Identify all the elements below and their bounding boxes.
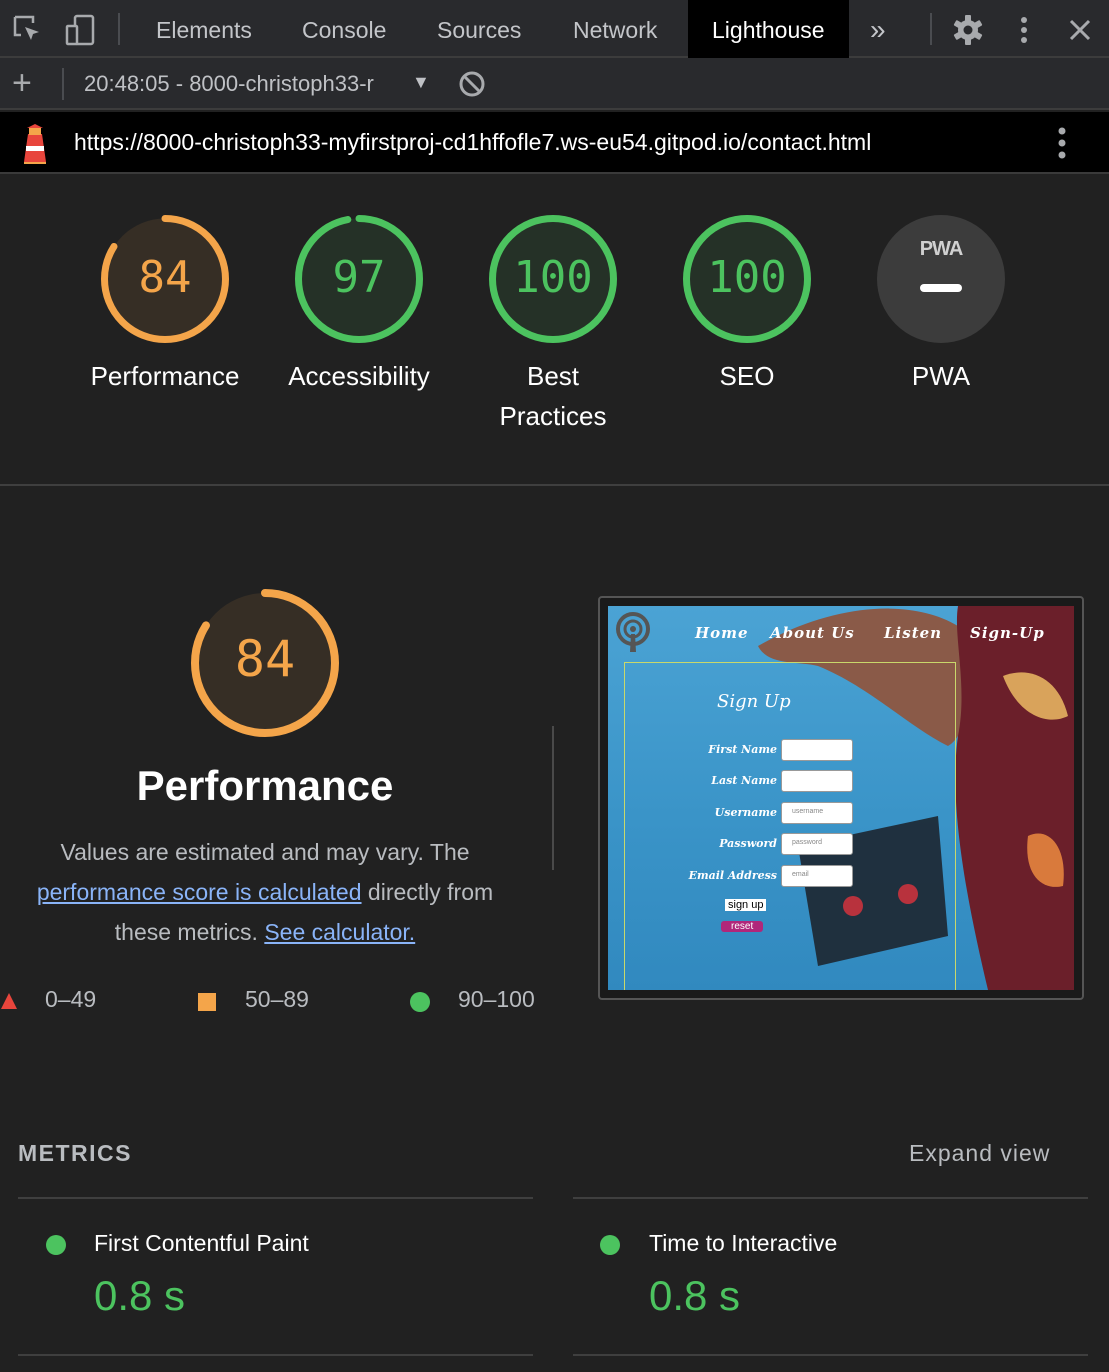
see-calculator-link[interactable]: See calculator. <box>264 919 415 945</box>
tab-elements[interactable]: Elements <box>156 0 252 58</box>
gauge-label: PWA <box>911 361 971 391</box>
gauge-score: 100 <box>513 252 593 303</box>
report-select[interactable]: 20:48:05 - 8000-christoph33-r <box>84 71 404 97</box>
gauge-pwa[interactable]: PWA PWA <box>846 214 1036 396</box>
screenshot-input <box>781 770 853 792</box>
tab-console[interactable]: Console <box>302 0 386 58</box>
report-url: https://8000-christoph33-myfirstproj-cd1… <box>74 129 872 155</box>
performance-score: 84 <box>234 630 296 688</box>
screenshot-reset-button: reset <box>721 921 764 932</box>
gauge-label: Best Practices <box>499 361 607 431</box>
screenshot-signup-form: Sign Up First Name Last Name Username us… <box>624 662 956 990</box>
metric-value-fcp: 0.8 s <box>94 1272 186 1319</box>
more-tabs-icon[interactable]: » <box>870 0 886 58</box>
screenshot-input: password <box>781 833 853 855</box>
screenshot-signup-button: sign up <box>725 899 767 911</box>
average-square-icon <box>198 993 216 1011</box>
section-divider <box>0 484 1109 486</box>
metrics-divider <box>18 1354 533 1356</box>
metrics-divider <box>573 1197 1088 1199</box>
vertical-divider <box>552 726 554 870</box>
performance-gauge-large: 84 <box>190 588 340 738</box>
desc-text: Values are estimated and may vary. The <box>60 839 470 865</box>
metric-title-tti: Time to Interactive <box>649 1230 838 1256</box>
tab-lighthouse[interactable]: Lighthouse <box>688 0 849 58</box>
pwa-badge-text: PWA <box>919 238 964 260</box>
gauge-accessibility[interactable]: 97 Accessibility <box>264 214 454 396</box>
pwa-badge-icon <box>877 215 1005 343</box>
expand-view-toggle[interactable]: Expand view <box>909 1140 1050 1167</box>
gauge-label: SEO <box>719 361 775 391</box>
inspect-element-icon[interactable] <box>12 14 44 46</box>
screenshot-input: username <box>781 802 853 824</box>
screenshot-form-heading: Sign Up <box>717 691 791 712</box>
podcast-logo-icon <box>614 612 652 659</box>
gauge-seo[interactable]: 100 SEO <box>652 214 842 396</box>
screenshot-label: Username <box>714 806 777 819</box>
metrics-heading: METRICS <box>18 1140 132 1166</box>
metric-value-tti: 0.8 s <box>649 1272 741 1319</box>
lighthouse-logo-icon <box>20 124 50 169</box>
screenshot-nav-listen: Listen <box>884 624 943 642</box>
screenshot-label: First Name <box>708 743 777 756</box>
screenshot-label: Email Address <box>688 869 777 882</box>
clear-reports-icon[interactable] <box>458 70 486 103</box>
tabbar-separator <box>118 13 120 45</box>
gauge-label: Accessibility <box>288 361 430 391</box>
screenshot-nav-home: Home <box>695 624 749 642</box>
kebab-menu-icon[interactable] <box>1008 14 1040 46</box>
screenshot-label: Last Name <box>711 774 777 787</box>
toolbar-separator <box>62 68 64 100</box>
metrics-divider <box>18 1197 533 1199</box>
report-menu-icon[interactable] <box>1050 126 1074 165</box>
screenshot-label: Password <box>719 837 777 850</box>
screenshot-nav-signup: Sign-Up <box>970 624 1045 642</box>
device-toolbar-icon[interactable] <box>64 14 96 46</box>
lighthouse-toolbar: + 20:48:05 - 8000-christoph33-r ▼ <box>0 58 1109 110</box>
gauge-score: 97 <box>332 252 386 303</box>
gauge-label: Performance <box>90 361 240 391</box>
metrics-divider <box>573 1354 1088 1356</box>
pass-circle-icon <box>46 1235 66 1255</box>
legend-average-range: 50–89 <box>245 986 309 1012</box>
pass-circle-icon <box>600 1235 620 1255</box>
legend-fail-range: 0–49 <box>45 986 97 1012</box>
fail-triangle-icon <box>0 992 18 1015</box>
gauge-score: 84 <box>138 252 192 303</box>
performance-title: Performance <box>136 762 394 809</box>
screenshot-nav-about: About Us <box>770 624 855 642</box>
score-calculated-link[interactable]: performance score is calculated <box>37 879 362 905</box>
legend-pass-range: 90–100 <box>458 986 535 1012</box>
close-icon[interactable] <box>1064 14 1096 46</box>
tab-network[interactable]: Network <box>573 0 657 58</box>
screenshot-input <box>781 739 853 761</box>
screenshot-input: email <box>781 865 853 887</box>
tab-sources[interactable]: Sources <box>437 0 521 58</box>
pass-circle-icon <box>410 992 430 1012</box>
report-url-bar: https://8000-christoph33-myfirstproj-cd1… <box>0 112 1109 174</box>
gauge-best-practices[interactable]: 100 Best Practices <box>458 214 648 436</box>
performance-description: Values are estimated and may vary. The p… <box>14 832 516 952</box>
gauge-score: 100 <box>707 252 787 303</box>
chevron-down-icon[interactable]: ▼ <box>412 72 430 93</box>
devtools-tabbar: Elements Console Sources Network Lightho… <box>0 0 1109 58</box>
metric-title-fcp: First Contentful Paint <box>94 1230 309 1256</box>
final-screenshot: Home About Us Listen Sign-Up Sign Up Fir… <box>608 606 1074 990</box>
gear-icon[interactable] <box>952 14 984 46</box>
tabbar-separator <box>930 13 932 45</box>
gauge-performance[interactable]: 84 Performance <box>70 214 260 396</box>
new-report-button[interactable]: + <box>12 66 32 100</box>
